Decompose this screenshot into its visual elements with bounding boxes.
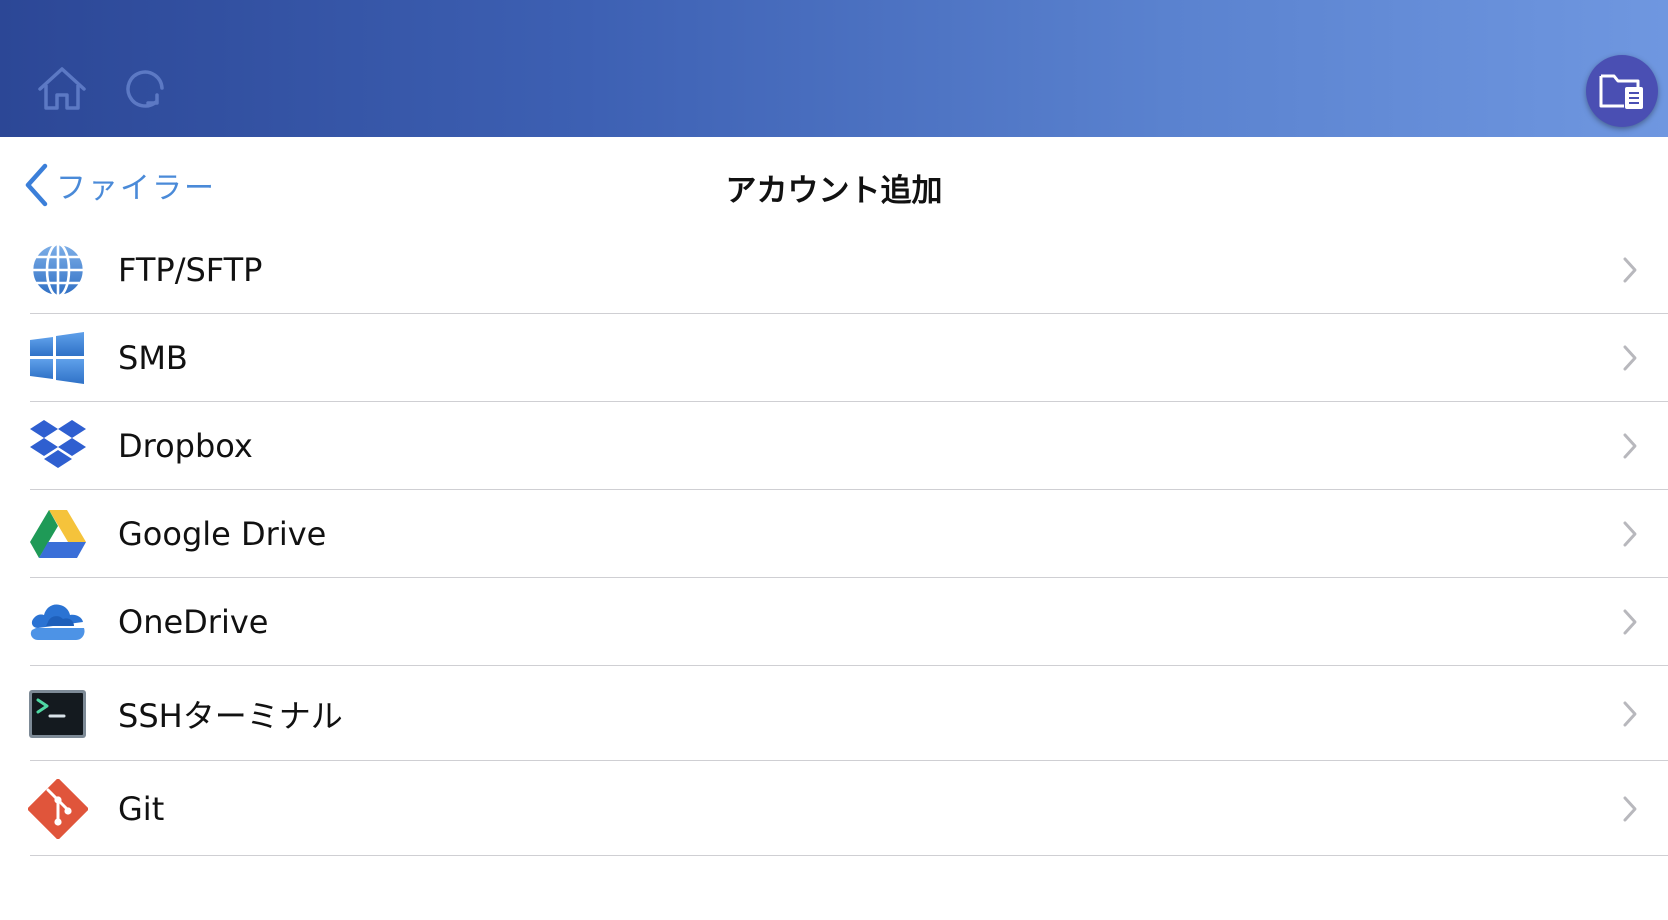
chevron-right-icon xyxy=(1623,609,1637,635)
list-item-dropbox[interactable]: Dropbox xyxy=(0,402,1668,490)
dropbox-icon xyxy=(28,416,88,476)
list-item-ssh-terminal[interactable]: SSHターミナル xyxy=(0,666,1668,761)
list-item-label: SMB xyxy=(118,339,188,377)
list-item-git[interactable]: Git xyxy=(0,761,1668,856)
globe-icon xyxy=(28,240,88,300)
top-toolbar xyxy=(0,0,1668,137)
chevron-right-icon xyxy=(1623,257,1637,283)
home-icon[interactable] xyxy=(34,62,90,118)
git-icon xyxy=(27,778,89,839)
chevron-right-icon xyxy=(1623,345,1637,371)
folder-document-icon xyxy=(1599,74,1643,109)
row-separator xyxy=(30,855,1668,856)
list-item-label: Google Drive xyxy=(118,515,327,553)
account-type-list: FTP/SFTP SMB Dropbox Google Drive OneDri… xyxy=(0,226,1668,856)
list-item-ftp-sftp[interactable]: FTP/SFTP xyxy=(0,226,1668,314)
chevron-right-icon xyxy=(1623,433,1637,459)
chevron-right-icon xyxy=(1623,701,1637,726)
list-item-smb[interactable]: SMB xyxy=(0,314,1668,402)
list-item-label: Git xyxy=(118,789,165,828)
terminal-icon xyxy=(28,684,88,744)
google-drive-icon xyxy=(28,504,88,564)
files-button[interactable] xyxy=(1586,55,1658,127)
list-item-google-drive[interactable]: Google Drive xyxy=(0,490,1668,578)
list-item-label: FTP/SFTP xyxy=(118,251,263,289)
chevron-right-icon xyxy=(1623,521,1637,547)
page-title: アカウント追加 xyxy=(725,173,943,209)
list-item-label: Dropbox xyxy=(118,427,253,465)
list-item-label: OneDrive xyxy=(118,603,269,641)
list-item-label: SSHターミナル xyxy=(118,696,343,735)
windows-icon xyxy=(28,328,88,388)
navigation-bar: ファイラー アカウント追加 xyxy=(0,137,1668,233)
onedrive-icon xyxy=(28,592,88,652)
list-item-onedrive[interactable]: OneDrive xyxy=(0,578,1668,666)
chevron-right-icon xyxy=(1623,796,1637,821)
refresh-icon[interactable] xyxy=(118,62,174,118)
